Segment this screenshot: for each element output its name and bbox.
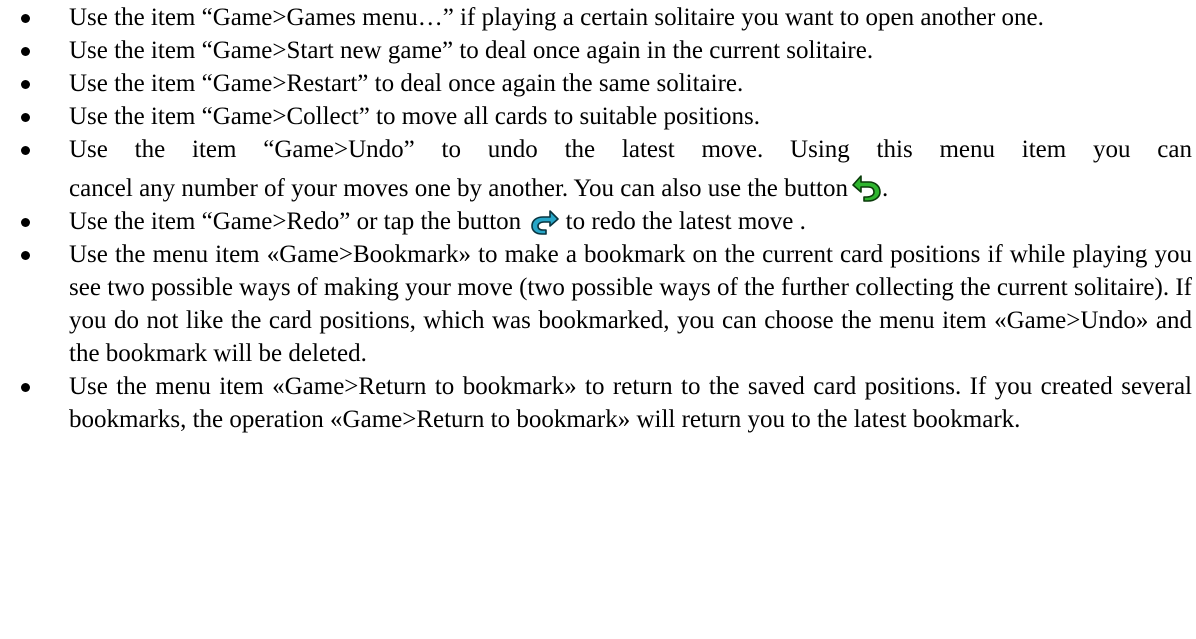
item-text: Use the menu item «Game>Bookmark» to mak… [69,241,1192,367]
item-text: Use the menu item «Game>Return to bookma… [69,373,1192,433]
document-page: Use the item “Game>Games menu…” if playi… [0,0,1196,639]
bullet-icon [21,47,30,56]
list-item: Use the menu item «Game>Bookmark» to mak… [12,238,1192,370]
item-text-after: to redo the latest move . [565,208,806,235]
list-item: Use the item “Game>Games menu…” if playi… [12,1,1192,34]
menu-instructions-list: Use the item “Game>Games menu…” if playi… [12,1,1192,436]
bullet-icon [21,113,30,122]
bullet-icon [21,14,30,23]
bullet-icon [21,146,30,155]
bullet-icon [21,218,30,227]
list-item: Use the item “Game>Undo” to undo the lat… [12,133,1192,205]
item-text-line2-end: . [882,175,889,202]
bullet-icon [21,251,30,260]
undo-arrow-icon [852,172,882,202]
item-text: Use the item “Game>Restart” to deal once… [69,70,744,97]
redo-arrow-icon [531,209,560,235]
list-item: Use the item “Game>Redo” or tap the butt… [12,205,1192,238]
item-text-line2-wrap: cancel any number of your moves one by a… [69,172,1192,205]
item-text: Use the item “Game>Start new game” to de… [69,37,874,64]
item-text: Use the item “Game>Collect” to move all … [69,103,761,130]
list-item: Use the item “Game>Collect” to move all … [12,100,1192,133]
item-text: Use the item “Game>Games menu…” if playi… [69,4,1044,31]
list-item: Use the item “Game>Restart” to deal once… [12,67,1192,100]
list-item: Use the item “Game>Start new game” to de… [12,34,1192,67]
list-item: Use the menu item «Game>Return to bookma… [12,370,1192,436]
bullet-icon [21,80,30,89]
item-text-line2: cancel any number of your moves one by a… [69,175,848,202]
bullet-icon [21,383,30,392]
item-text-before: Use the item “Game>Redo” or tap the butt… [69,208,522,235]
item-text-line1: Use the item “Game>Undo” to undo the lat… [69,136,1192,163]
